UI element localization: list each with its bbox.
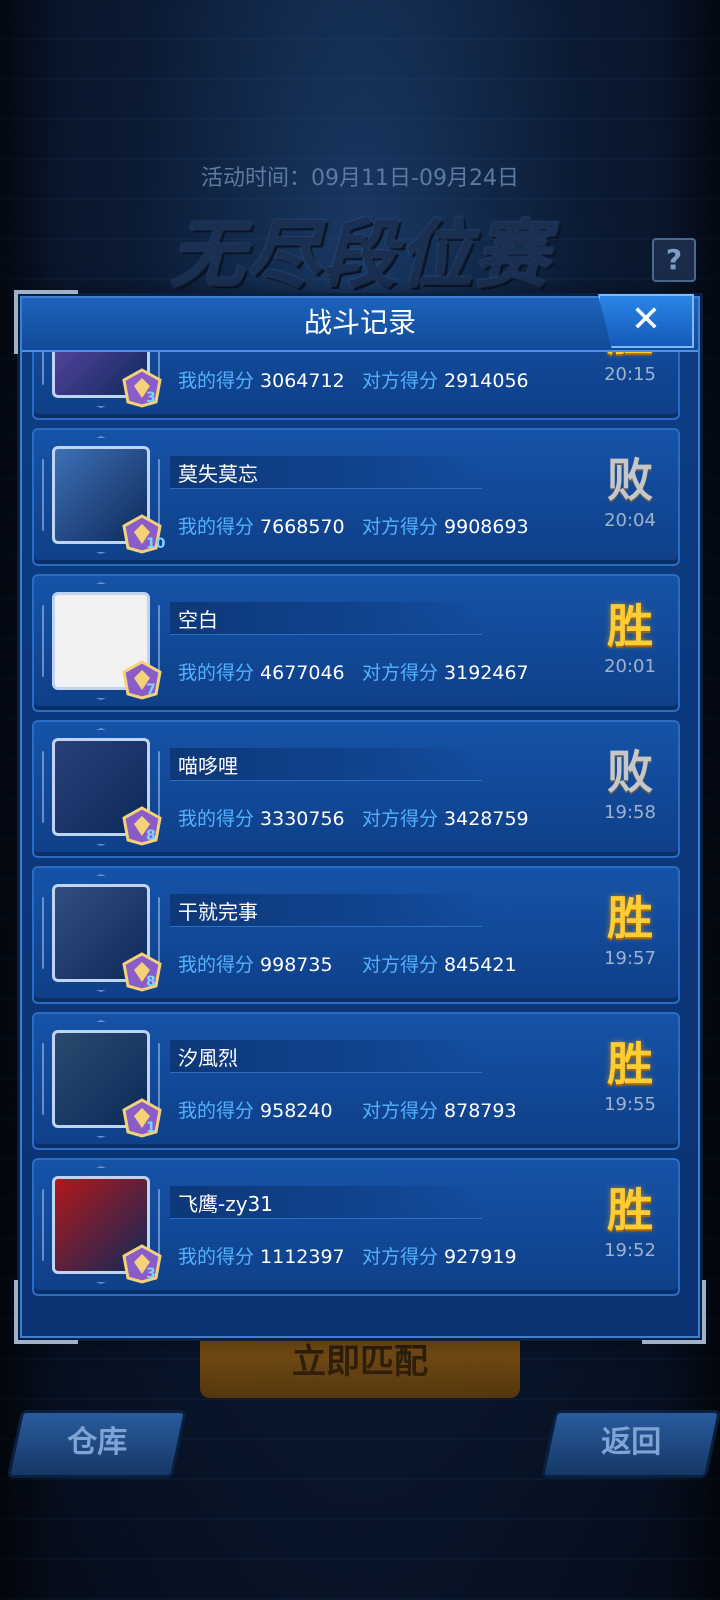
opponent-score: 对方得分 9908693 — [362, 512, 529, 539]
record-row[interactable]: 7 空白 我的得分 4677046 对方得分 3192467 胜 20:01 — [32, 574, 680, 712]
my-score-value: 998735 — [260, 954, 333, 976]
rank-level: 3 — [146, 390, 156, 406]
opponent-score-label: 对方得分 — [362, 370, 439, 392]
event-title-logo: 无尽段位赛 — [170, 212, 550, 298]
player-name: 飞鹰-zy31 — [178, 1192, 273, 1216]
rank-badge-icon — [122, 806, 162, 846]
opponent-score: 对方得分 845421 — [362, 950, 517, 977]
rank-badge-icon — [122, 660, 162, 700]
my-score-value: 1112397 — [260, 1246, 345, 1268]
player-name: 喵哆哩 — [178, 754, 238, 778]
match-result: 败 — [607, 453, 653, 507]
match-time: 19:55 — [604, 1094, 656, 1115]
player-name: 空白 — [178, 608, 218, 632]
opponent-score-value: 927919 — [444, 1246, 517, 1268]
modal-header: 战斗记录 — [22, 298, 698, 352]
player-name: 干就完事 — [178, 900, 258, 924]
my-score: 我的得分 998735 — [178, 950, 333, 977]
battle-record-modal: 战斗记录 ✕ 3 我的得分3064712 对方得分2914056 胜 20:15… — [14, 290, 706, 1344]
my-score-value: 4677046 — [260, 662, 345, 684]
record-row[interactable]: 8 喵哆哩 我的得分 3330756 对方得分 3428759 败 19:58 — [32, 720, 680, 858]
opponent-score-label: 对方得分 — [362, 954, 439, 976]
activity-time: 活动时间：09月11日-09月24日 — [201, 166, 519, 191]
opponent-score: 对方得分 2914056 — [362, 366, 529, 393]
opponent-score-label: 对方得分 — [362, 1246, 439, 1268]
my-score-label: 我的得分 — [178, 662, 255, 684]
my-score-label: 我的得分 — [178, 1100, 255, 1122]
match-time: 19:52 — [604, 1240, 656, 1261]
record-list[interactable]: 3 我的得分3064712 对方得分2914056 胜 20:15 10 莫失莫… — [30, 352, 690, 1328]
rank-level: 1 — [146, 1120, 156, 1136]
match-result: 胜 — [607, 1037, 653, 1091]
opponent-score-value: 878793 — [444, 1100, 517, 1122]
my-score: 我的得分 4677046 — [178, 658, 345, 685]
my-score: 我的得分 958240 — [178, 1096, 333, 1123]
rank-badge-icon — [122, 1244, 162, 1284]
opponent-score-label: 对方得分 — [362, 516, 439, 538]
my-score: 我的得分 1112397 — [178, 1242, 345, 1269]
close-icon: ✕ — [630, 299, 662, 340]
record-row[interactable]: 8 干就完事 我的得分 998735 对方得分 845421 胜 19:57 — [32, 866, 680, 1004]
match-time: 20:04 — [604, 510, 656, 531]
opponent-score: 对方得分 878793 — [362, 1096, 517, 1123]
opponent-score: 对方得分 3192467 — [362, 658, 529, 685]
record-row[interactable]: 3 飞鹰-zy31 我的得分 1112397 对方得分 927919 胜 19:52 — [32, 1158, 680, 1296]
my-score-value: 7668570 — [260, 516, 345, 538]
back-button-label: 返回 — [601, 1425, 662, 1460]
opponent-score-value: 3428759 — [444, 808, 529, 830]
help-icon[interactable]: ? — [652, 238, 696, 282]
match-button[interactable]: 立即匹配 — [200, 1328, 520, 1398]
opponent-score-label: 对方得分 — [362, 1100, 439, 1122]
match-time: 20:01 — [604, 656, 656, 677]
modal-title: 战斗记录 — [303, 306, 416, 339]
my-score-value: 3064712 — [260, 370, 345, 392]
rank-badge-icon — [122, 368, 162, 408]
match-result: 败 — [607, 745, 653, 799]
rank-level: 3 — [146, 1266, 156, 1282]
opponent-score-value: 3192467 — [444, 662, 529, 684]
player-name: 汐風烈 — [178, 1046, 238, 1070]
my-score-label: 我的得分 — [178, 516, 255, 538]
opponent-score: 对方得分 3428759 — [362, 804, 529, 831]
close-button[interactable]: ✕ — [598, 294, 694, 348]
rank-badge-icon — [122, 952, 162, 992]
opponent-score-value: 845421 — [444, 954, 517, 976]
my-score: 我的得分 3330756 — [178, 804, 345, 831]
player-name: 莫失莫忘 — [178, 462, 258, 486]
rank-badge-icon — [122, 1098, 162, 1138]
match-time: 19:58 — [604, 802, 656, 823]
opponent-score-value: 9908693 — [444, 516, 529, 538]
my-score-label: 我的得分 — [178, 1246, 255, 1268]
opponent-score-value: 2914056 — [444, 370, 529, 392]
back-button[interactable]: 返回 — [540, 1410, 720, 1478]
rank-level: 7 — [146, 682, 156, 698]
match-result: 胜 — [607, 891, 653, 945]
my-score-label: 我的得分 — [178, 954, 255, 976]
opponent-score: 对方得分 927919 — [362, 1242, 517, 1269]
record-row[interactable]: 3 我的得分3064712 对方得分2914056 胜 20:15 — [32, 352, 680, 420]
warehouse-button[interactable]: 仓库 — [6, 1410, 188, 1478]
match-time: 19:57 — [604, 948, 656, 969]
opponent-score-label: 对方得分 — [362, 662, 439, 684]
match-result: 胜 — [607, 1183, 653, 1237]
rank-level: 10 — [146, 536, 166, 552]
rank-level: 8 — [146, 828, 156, 844]
record-row[interactable]: 10 莫失莫忘 我的得分 7668570 对方得分 9908693 败 20:04 — [32, 428, 680, 566]
my-score: 我的得分 3064712 — [178, 366, 345, 393]
match-time: 20:15 — [604, 364, 656, 385]
match-result: 胜 — [607, 599, 653, 653]
my-score-value: 3330756 — [260, 808, 345, 830]
my-score-label: 我的得分 — [178, 808, 255, 830]
warehouse-button-label: 仓库 — [67, 1425, 128, 1460]
opponent-score-label: 对方得分 — [362, 808, 439, 830]
my-score: 我的得分 7668570 — [178, 512, 345, 539]
my-score-value: 958240 — [260, 1100, 333, 1122]
rank-level: 8 — [146, 974, 156, 990]
my-score-label: 我的得分 — [178, 370, 255, 392]
match-result: 胜 — [580, 352, 680, 364]
record-row[interactable]: 1 汐風烈 我的得分 958240 对方得分 878793 胜 19:55 — [32, 1012, 680, 1150]
